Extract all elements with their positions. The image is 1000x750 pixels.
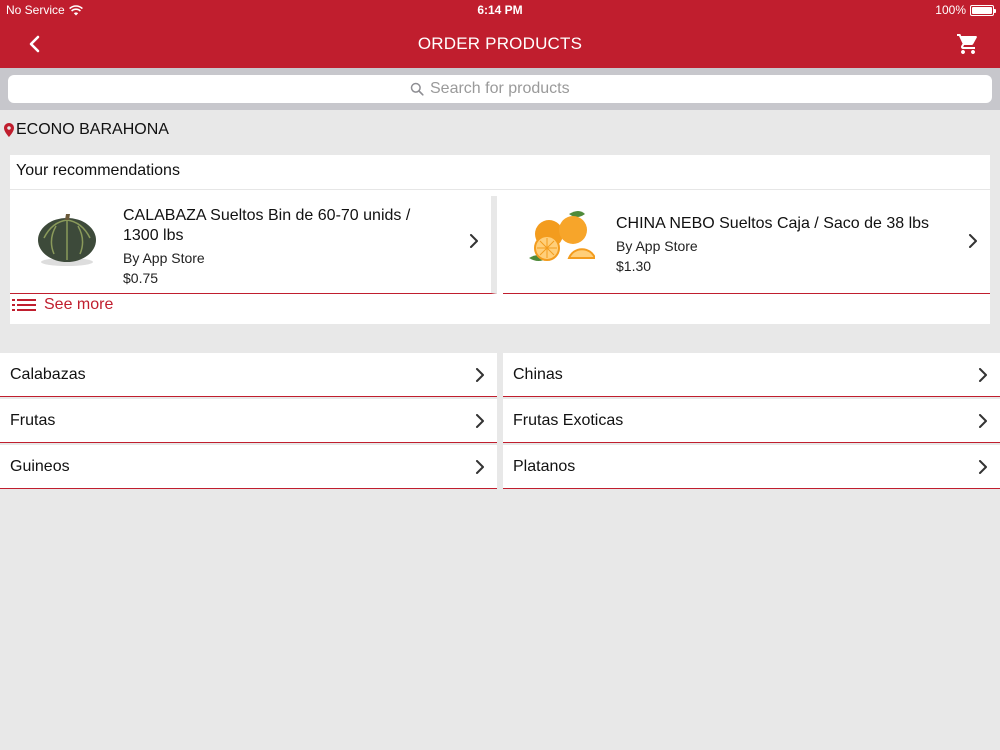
recommendations-header: Your recommendations: [10, 155, 990, 190]
chevron-right-icon: [476, 460, 484, 474]
product-price: $0.75: [123, 270, 159, 286]
category-label: Chinas: [513, 365, 563, 383]
product-price: $1.30: [616, 258, 652, 274]
see-more-label: See more: [44, 296, 114, 313]
store-name: ECONO BARAHONA: [16, 121, 169, 138]
chevron-right-icon: [476, 414, 484, 428]
product-seller: By App Store: [123, 250, 205, 266]
battery-icon: [970, 4, 996, 16]
category-label: Guineos: [10, 457, 70, 475]
list-icon: [12, 299, 36, 311]
search-icon: [410, 82, 424, 96]
category-label: Frutas Exoticas: [513, 411, 624, 429]
product-name: CHINA NEBO Sueltos Caja / Saco de 38 lbs: [616, 215, 930, 232]
page-title: ORDER PRODUCTS: [417, 34, 583, 53]
category-label: Frutas: [10, 411, 56, 429]
chevron-right-icon: [979, 414, 987, 428]
chevron-right-icon: [476, 368, 484, 382]
category-item[interactable]: Frutas Exoticas: [503, 399, 1000, 443]
category-item[interactable]: Guineos: [0, 445, 497, 489]
recommendation-card[interactable]: CHINA NEBO Sueltos Caja / Saco de 38 lbs…: [503, 196, 990, 294]
chevron-right-icon: [979, 368, 987, 382]
product-name: CALABAZA Sueltos Bin de 60-70 unids / 13…: [123, 207, 411, 244]
chevron-right-icon: [470, 234, 478, 248]
search-input[interactable]: [430, 80, 590, 98]
location-pin-icon: [4, 123, 14, 137]
oranges-image: [529, 211, 595, 261]
shopping-cart-icon[interactable]: [956, 32, 980, 56]
status-time: 6:14 PM: [477, 3, 523, 17]
battery-label: 100%: [935, 3, 966, 17]
category-item[interactable]: Frutas: [0, 399, 497, 443]
category-item[interactable]: Calabazas: [0, 353, 497, 397]
category-item[interactable]: Chinas: [503, 353, 1000, 397]
chevron-right-icon: [969, 234, 977, 248]
category-label: Platanos: [513, 457, 576, 475]
status-bar: No Service 6:14 PM 100%: [0, 0, 1000, 20]
recommendations-panel: Your recommendations CALABAZA Sueltos Bi…: [10, 155, 990, 324]
recommendation-info: CHINA NEBO Sueltos Caja / Saco de 38 lbs…: [616, 214, 940, 274]
recommendation-card[interactable]: CALABAZA Sueltos Bin de 60-70 unids / 13…: [10, 196, 497, 294]
see-more-button[interactable]: See more: [12, 296, 113, 314]
chevron-right-icon: [979, 460, 987, 474]
search-bar-container: [0, 68, 1000, 110]
nav-bar: ORDER PRODUCTS: [0, 20, 1000, 68]
store-location: ECONO BARAHONA: [4, 121, 169, 139]
recommendation-info: CALABAZA Sueltos Bin de 60-70 unids / 13…: [123, 206, 441, 286]
category-item[interactable]: Platanos: [503, 445, 1000, 489]
status-right: 100%: [935, 3, 996, 17]
search-field[interactable]: [8, 75, 992, 103]
pumpkin-image: [38, 214, 96, 266]
product-seller: By App Store: [616, 238, 698, 254]
category-label: Calabazas: [10, 365, 86, 383]
